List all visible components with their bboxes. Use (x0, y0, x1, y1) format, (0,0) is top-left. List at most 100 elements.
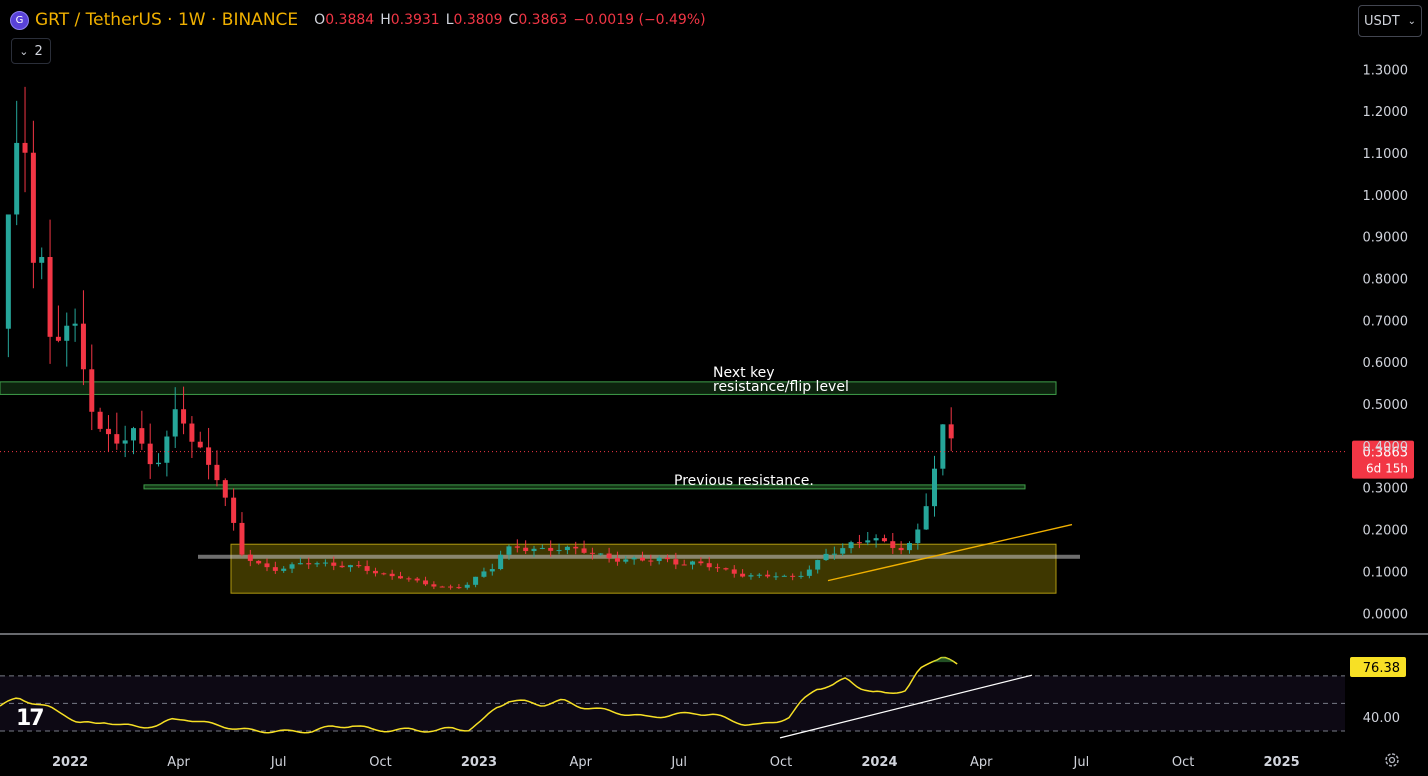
candle-body (339, 565, 345, 568)
candle-body (448, 586, 454, 588)
chart-canvas[interactable]: 0.38636d 15hNext keyresistance/flip leve… (0, 0, 1428, 776)
candle-body (706, 563, 712, 568)
price-axis-label: 0.3000 (1363, 482, 1409, 497)
candle-body (14, 142, 20, 215)
candle-body (197, 441, 203, 448)
time-axis-label: Oct (770, 755, 792, 770)
candle-body (114, 434, 120, 444)
candle-body (231, 497, 237, 523)
candle-body (656, 557, 662, 562)
candle-body (189, 423, 195, 442)
chevron-down-icon: ⌄ (1407, 15, 1417, 27)
candle-body (47, 257, 53, 337)
candle-body (347, 565, 353, 568)
previous-resistance-line[interactable] (143, 484, 1026, 490)
candle-body (932, 468, 938, 507)
price-axis-label: 0.5000 (1363, 398, 1409, 413)
candle-body (715, 567, 721, 569)
candle-body (206, 447, 212, 465)
candle-body (222, 480, 228, 498)
price-axis-label: 0.9000 (1363, 231, 1409, 246)
settings-gear-icon[interactable] (1382, 750, 1402, 770)
candle-body (890, 541, 896, 548)
candle-body (364, 566, 370, 571)
candle-body (456, 587, 462, 589)
candle-body (139, 428, 145, 444)
candle-body (398, 576, 404, 579)
candle-body (831, 553, 837, 555)
candle-body (848, 542, 854, 549)
price-axis-label: 1.0000 (1363, 189, 1409, 204)
time-axis-label: Jul (270, 755, 287, 770)
candle-body (122, 440, 128, 444)
candle-body (5, 214, 11, 329)
time-axis-label: Oct (369, 755, 391, 770)
candle-body (823, 553, 829, 561)
low-value: 0.3809 (453, 12, 503, 28)
candle-body (423, 580, 429, 585)
candle-body (97, 411, 103, 429)
price-axis-label: 1.3000 (1363, 63, 1409, 78)
close-label: C (508, 12, 519, 28)
candle-body (690, 561, 696, 565)
candle-body (414, 578, 420, 581)
high-value: 0.3931 (390, 12, 440, 28)
chevron-down-icon: ⌄ (19, 44, 29, 58)
high-label: H (380, 12, 391, 28)
change-value: −0.0019 (−0.49%) (573, 12, 706, 28)
candle-body (105, 428, 111, 435)
support-level-line[interactable] (198, 554, 1080, 559)
candle-body (556, 550, 562, 552)
candle-body (247, 554, 253, 561)
currency-select[interactable]: USDT ⌄ (1358, 5, 1422, 37)
price-axis-label: 0.1000 (1363, 565, 1409, 580)
candle-body (389, 573, 395, 577)
candle-body (30, 152, 36, 263)
candle-body (631, 557, 637, 560)
candle-body (314, 563, 320, 565)
previous-resistance-label: Previous resistance. (674, 473, 814, 489)
candle-body (539, 547, 545, 549)
time-axis-label: 2025 (1264, 755, 1300, 770)
price-axis-label: 0.4000 (1363, 440, 1409, 455)
rsi-current-value: 76.38 (1363, 661, 1400, 676)
candle-body (873, 538, 879, 541)
candle-body (72, 323, 78, 326)
price-axis-label: 1.2000 (1363, 105, 1409, 120)
candle-body (940, 424, 946, 469)
bar-countdown-label: 6d 15h (1366, 462, 1408, 476)
candle-body (272, 567, 278, 571)
candle-body (39, 257, 45, 263)
indicators-toggle-button[interactable]: ⌄ 2 (11, 38, 51, 64)
candle-body (781, 575, 787, 577)
price-axis-label: 0.7000 (1363, 314, 1409, 329)
candle-body (331, 562, 337, 566)
candle-body (898, 547, 904, 551)
candle-body (172, 409, 178, 437)
candle-body (498, 554, 504, 570)
candle-body (147, 443, 153, 465)
candle-body (523, 547, 529, 552)
candle-body (815, 560, 821, 570)
key-resistance-zone[interactable] (0, 381, 1057, 395)
candle-body (431, 584, 437, 587)
close-value: 0.3863 (518, 12, 568, 28)
candle-body (381, 573, 387, 575)
candle-body (214, 464, 220, 481)
candle-body (356, 565, 362, 567)
candle-body (573, 546, 579, 549)
accumulation-zone[interactable] (230, 543, 1057, 594)
symbol-legend: G GRT / TetherUS · 1W · BINANCE O 0.3884… (10, 8, 712, 32)
time-axis-label: Jul (1073, 755, 1090, 770)
candle-body (64, 325, 70, 341)
price-axis-label: 1.1000 (1363, 147, 1409, 162)
time-axis-label: Apr (970, 755, 993, 770)
candle-body (698, 561, 704, 564)
candle-body (322, 562, 328, 564)
candle-body (289, 564, 295, 569)
candle-body (564, 546, 570, 551)
candle-body (840, 548, 846, 554)
symbol-title[interactable]: GRT / TetherUS · 1W · BINANCE (35, 10, 298, 30)
candle-body (89, 369, 95, 412)
candle-body (256, 560, 262, 564)
